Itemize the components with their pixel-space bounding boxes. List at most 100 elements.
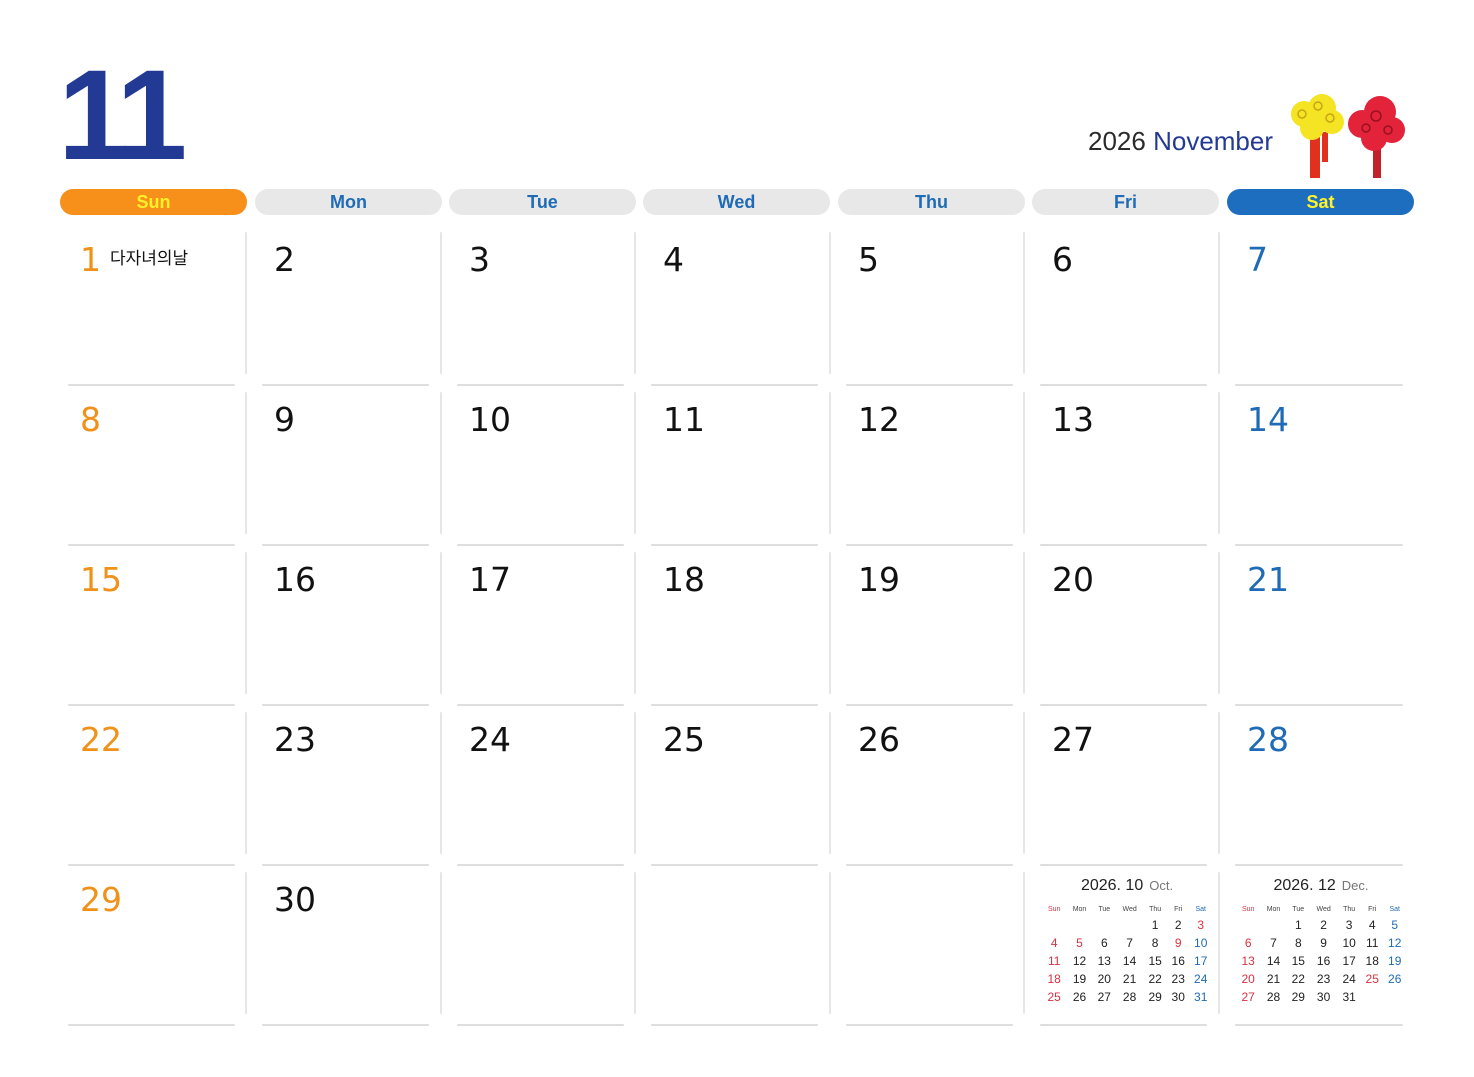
cell-bottom-line — [68, 1024, 235, 1026]
mini-day: 29 — [1148, 990, 1162, 1004]
cell-bottom-line — [1235, 544, 1403, 546]
cell-bottom-line — [1040, 704, 1207, 706]
mini-day: 16 — [1171, 954, 1185, 968]
day-cell[interactable]: 6 — [1040, 232, 1234, 392]
day-cell[interactable]: 25 — [651, 712, 845, 872]
day-cell[interactable]: 15 — [68, 552, 262, 712]
cell-bottom-line — [1235, 704, 1403, 706]
mini-weekday: Wed — [1316, 905, 1331, 913]
cell-divider-line — [634, 712, 636, 854]
mini-weekday: Sat — [1389, 905, 1400, 913]
day-cell[interactable]: 19 — [846, 552, 1040, 712]
day-cell[interactable]: 20 — [1040, 552, 1234, 712]
cell-bottom-line — [846, 1024, 1013, 1026]
mini-day: 27 — [1097, 990, 1111, 1004]
day-cell[interactable]: 28 — [1235, 712, 1429, 872]
day-cell[interactable]: 26 — [846, 712, 1040, 872]
mini-day: 19 — [1388, 954, 1402, 968]
day-cell[interactable]: 13 — [1040, 392, 1234, 552]
cell-bottom-line — [1235, 1024, 1403, 1026]
day-number: 23 — [274, 720, 316, 759]
mini-weekday: Fri — [1368, 905, 1377, 913]
cell-divider-line — [245, 552, 247, 694]
day-cell[interactable] — [846, 872, 1040, 1032]
cell-bottom-line — [1040, 1024, 1207, 1026]
day-cell[interactable]: 2 — [262, 232, 456, 392]
day-number: 13 — [1052, 400, 1094, 439]
cell-bottom-line — [262, 384, 429, 386]
cell-divider-line — [1023, 872, 1025, 1014]
cell-bottom-line — [1040, 544, 1207, 546]
mini-day: 1 — [1294, 918, 1302, 932]
day-number: 10 — [469, 400, 511, 439]
day-number: 21 — [1247, 560, 1289, 599]
cell-bottom-line — [846, 704, 1013, 706]
day-cell[interactable]: 23 — [262, 712, 456, 872]
day-cell[interactable]: 17 — [457, 552, 651, 712]
cell-divider-line — [440, 392, 442, 534]
mini-day: 15 — [1291, 954, 1305, 968]
mini-day: 11 — [1047, 954, 1061, 968]
mini-day: 31 — [1342, 990, 1356, 1004]
mini-day — [1236, 916, 1260, 934]
day-cell[interactable]: 8 — [68, 392, 262, 552]
mini-day: 17 — [1194, 954, 1208, 968]
cell-divider-line — [1023, 232, 1025, 374]
mini-weekday: Sat — [1195, 905, 1206, 913]
day-cell[interactable]: 1 다자녀의날 — [68, 232, 262, 392]
mini-day: 27 — [1241, 990, 1255, 1004]
cell-bottom-line — [651, 704, 818, 706]
mini-day: 25 — [1365, 972, 1379, 986]
day-cell[interactable]: 7 — [1235, 232, 1429, 392]
mini-day: 1 — [1151, 918, 1159, 932]
cell-divider-line — [1218, 872, 1220, 1014]
mini-day — [1260, 916, 1286, 934]
mini-day: 28 — [1266, 990, 1281, 1004]
mini-day: 31 — [1194, 990, 1208, 1004]
day-cell[interactable]: 4 — [651, 232, 845, 392]
day-cell[interactable]: 22 — [68, 712, 262, 872]
cell-divider-line — [1023, 392, 1025, 534]
day-cell[interactable]: 9 — [262, 392, 456, 552]
cell-bottom-line — [651, 384, 818, 386]
mini-weekday: Wed — [1122, 905, 1137, 913]
day-number: 27 — [1052, 720, 1094, 759]
day-cell[interactable]: 10 — [457, 392, 651, 552]
mini-day: 12 — [1388, 936, 1402, 950]
cell-divider-line — [1218, 712, 1220, 854]
day-number: 6 — [1052, 240, 1073, 279]
day-cell[interactable]: 29 — [68, 872, 262, 1032]
day-cell[interactable]: 27 — [1040, 712, 1234, 872]
day-cell[interactable] — [457, 872, 651, 1032]
day-cell[interactable]: 5 — [846, 232, 1040, 392]
mini-day — [1116, 916, 1143, 934]
mini-weekday: Sun — [1047, 905, 1061, 913]
cell-bottom-line — [262, 1024, 429, 1026]
cell-bottom-line — [68, 384, 235, 386]
day-cell[interactable]: 21 — [1235, 552, 1429, 712]
cell-bottom-line — [1040, 864, 1207, 866]
day-cell[interactable]: 16 — [262, 552, 456, 712]
day-number: 2 — [274, 240, 295, 279]
day-cell[interactable]: 3 — [457, 232, 651, 392]
mini-day: 30 — [1316, 990, 1331, 1004]
cell-divider-line — [440, 712, 442, 854]
day-cell[interactable]: 24 — [457, 712, 651, 872]
day-cell[interactable]: 18 — [651, 552, 845, 712]
day-cell[interactable]: 12 — [846, 392, 1040, 552]
day-cell[interactable]: 30 — [262, 872, 456, 1032]
day-number: 12 — [858, 400, 900, 439]
mini-day: 24 — [1194, 972, 1208, 986]
cell-bottom-line — [457, 864, 624, 866]
day-cell[interactable]: 11 — [651, 392, 845, 552]
day-number: 18 — [663, 560, 705, 599]
day-cell[interactable]: 14 — [1235, 392, 1429, 552]
day-cell[interactable] — [651, 872, 845, 1032]
day-number: 30 — [274, 880, 316, 919]
cell-bottom-line — [262, 864, 429, 866]
day-number: 1 — [80, 240, 101, 279]
cell-bottom-line — [651, 544, 818, 546]
cell-divider-line — [1023, 552, 1025, 694]
day-number: 26 — [858, 720, 900, 759]
cell-divider-line — [1218, 232, 1220, 374]
